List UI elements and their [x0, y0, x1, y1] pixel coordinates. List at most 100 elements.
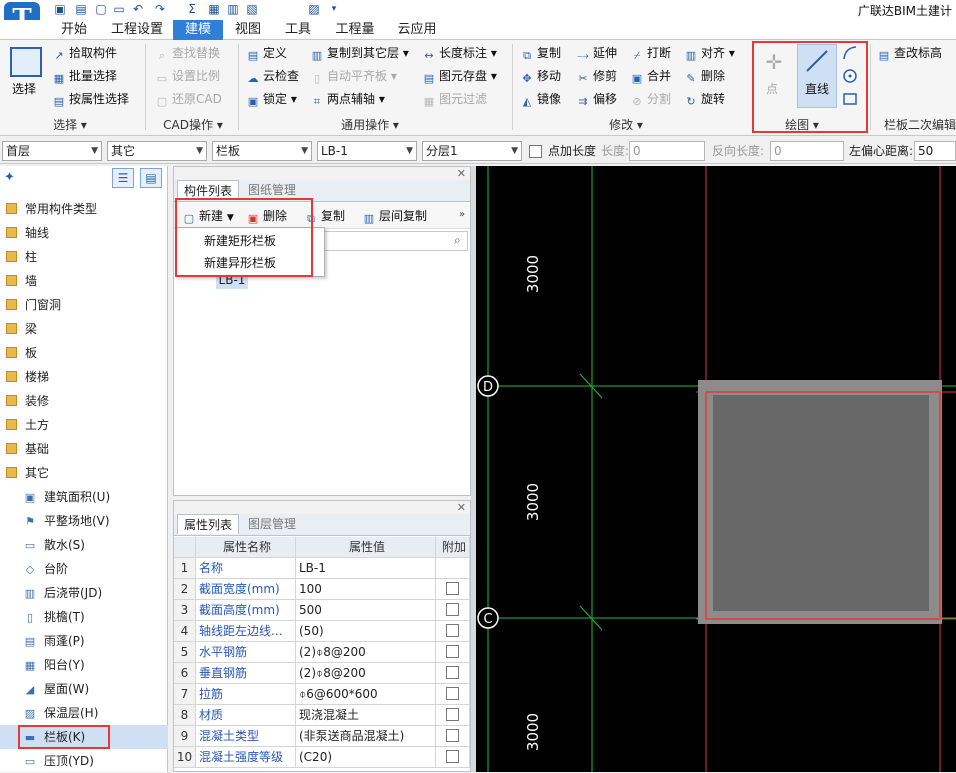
tree-category[interactable]: 轴线: [0, 221, 168, 245]
rectangle-icon[interactable]: [841, 90, 859, 108]
property-value-cell[interactable]: (非泵送商品混凝土): [296, 726, 436, 747]
tab-component-list[interactable]: 构件列表: [177, 180, 240, 200]
add-length-checkbox[interactable]: [529, 145, 542, 158]
tab-view[interactable]: 视图: [229, 20, 267, 40]
tab-property-list[interactable]: 属性列表: [177, 514, 240, 534]
tree-item[interactable]: ▦ 阳台(Y): [0, 653, 168, 677]
merge-button[interactable]: ▣ 合并: [630, 65, 671, 87]
category-select[interactable]: 其它 ▼: [107, 141, 207, 161]
property-value-cell[interactable]: (50): [296, 621, 436, 642]
component-select[interactable]: LB-1 ▼: [317, 141, 417, 161]
attach-checkbox[interactable]: [446, 687, 459, 700]
cad-group-label[interactable]: CAD操作 ▾: [150, 116, 236, 132]
tab-cloud[interactable]: 云应用: [392, 20, 442, 40]
tree-item[interactable]: ▨ 保温层(H): [0, 701, 168, 725]
select-by-property-button[interactable]: ▤ 按属性选择: [52, 88, 129, 110]
tree-item[interactable]: ▥ 后浇带(JD): [0, 581, 168, 605]
expand-all-icon[interactable]: ✦: [4, 170, 15, 185]
drawing-canvas[interactable]: D C 3000 3000 3000: [476, 166, 956, 772]
attach-checkbox[interactable]: [446, 582, 459, 595]
find-replace-button[interactable]: ⌕ 查找替换: [155, 42, 220, 64]
length-dimension-button[interactable]: ↔ 长度标注 ▾: [422, 42, 496, 64]
list-view-icon[interactable]: ☰: [112, 168, 134, 188]
save-icon[interactable]: ▣: [52, 1, 68, 17]
define-button[interactable]: ▤ 定义: [246, 42, 287, 64]
close-icon[interactable]: ✕: [457, 501, 466, 514]
tree-category[interactable]: 土方: [0, 413, 168, 437]
tree-category[interactable]: 楼梯: [0, 365, 168, 389]
tab-start[interactable]: 开始: [52, 20, 96, 40]
split-button[interactable]: ⊘ 分割: [630, 88, 671, 110]
property-value-cell[interactable]: 500: [296, 600, 436, 621]
select-group-label[interactable]: 选择 ▾: [40, 116, 100, 132]
copy-to-other-floor-button[interactable]: ▥ 复制到其它层 ▾: [310, 42, 409, 64]
restore-cad-button[interactable]: ▢ 还原CAD: [155, 88, 222, 110]
break-button[interactable]: ⌿ 打断: [630, 42, 671, 64]
redo-icon[interactable]: ↷: [152, 1, 168, 17]
set-scale-button[interactable]: ▭ 设置比例: [155, 65, 220, 87]
new-file-icon[interactable]: ▢: [93, 1, 109, 17]
arc-icon[interactable]: [841, 44, 859, 62]
image-icon[interactable]: ▨: [306, 1, 322, 17]
sum-icon[interactable]: Σ: [184, 1, 200, 17]
tab-layer-management[interactable]: 图层管理: [242, 514, 302, 534]
tree-item[interactable]: ▭ 压顶(YD): [0, 749, 168, 773]
offset-button[interactable]: ⇉ 偏移: [576, 88, 617, 110]
reverse-length-input[interactable]: 0: [770, 141, 844, 161]
tree-category[interactable]: 常用构件类型: [0, 197, 168, 221]
tree-item[interactable]: ⚑ 平整场地(V): [0, 509, 168, 533]
attach-checkbox[interactable]: [446, 603, 459, 616]
attach-checkbox[interactable]: [446, 645, 459, 658]
tree-item[interactable]: ◢ 屋面(W): [0, 677, 168, 701]
tree-item[interactable]: ▣ 建筑面积(U): [0, 485, 168, 509]
property-value-cell[interactable]: 100: [296, 579, 436, 600]
tree-item[interactable]: ◇ 台阶: [0, 557, 168, 581]
draw-group-label[interactable]: 绘图 ▾: [772, 116, 832, 132]
search-icon[interactable]: ⌕: [454, 233, 461, 248]
align-button[interactable]: ▥ 对齐 ▾: [684, 42, 735, 64]
property-value-cell[interactable]: LB-1: [296, 558, 436, 579]
left-offset-input[interactable]: 50: [914, 141, 956, 161]
element-filter-button[interactable]: ▦ 图元过滤: [422, 88, 487, 110]
tab-modeling[interactable]: 建模: [173, 20, 223, 40]
delete-element-button[interactable]: ✎ 删除: [684, 65, 725, 87]
tab-tools[interactable]: 工具: [280, 20, 316, 40]
close-icon[interactable]: ✕: [457, 167, 466, 180]
cloud-check-button[interactable]: ☁ 云检查: [246, 65, 300, 87]
floor-copy-button[interactable]: ▥ 层间复制: [362, 205, 427, 227]
layer-select[interactable]: 分层1 ▼: [422, 141, 522, 161]
modify-group-label[interactable]: 修改 ▾: [596, 116, 656, 132]
tree-category[interactable]: 梁: [0, 317, 168, 341]
trim-button[interactable]: ✂ 修剪: [576, 65, 617, 87]
tab-drawing-management[interactable]: 图纸管理: [242, 180, 302, 200]
more-icon[interactable]: »: [459, 209, 465, 220]
select-icon[interactable]: [10, 47, 42, 77]
floor-select[interactable]: 首层 ▼: [2, 141, 102, 161]
tree-category[interactable]: 板: [0, 341, 168, 365]
attach-checkbox[interactable]: [446, 708, 459, 721]
undo-icon[interactable]: ↶: [130, 1, 146, 17]
tab-quantities[interactable]: 工程量: [330, 20, 380, 40]
property-value-cell[interactable]: (C20): [296, 747, 436, 768]
open-folder-icon[interactable]: ▭: [111, 1, 127, 17]
mirror-button[interactable]: ◭ 镜像: [520, 88, 561, 110]
tree-category[interactable]: 基础: [0, 437, 168, 461]
property-value-cell[interactable]: ⌽6@600*600: [296, 684, 436, 705]
check-elevation-button[interactable]: ▤ 查改标高: [877, 42, 942, 64]
save-all-icon[interactable]: ▤: [73, 1, 89, 17]
tree-item[interactable]: ▤ 雨蓬(P): [0, 629, 168, 653]
line-button[interactable]: 直线: [805, 80, 829, 97]
tree-item[interactable]: ▯ 挑檐(T): [0, 605, 168, 629]
move-button[interactable]: ✥ 移动: [520, 65, 561, 87]
tree-view-icon[interactable]: ▤: [140, 168, 162, 188]
rotate-button[interactable]: ↻ 旋转: [684, 88, 725, 110]
attach-checkbox[interactable]: [446, 624, 459, 637]
extend-button[interactable]: ⤍ 延伸: [576, 42, 617, 64]
auto-flush-slab-button[interactable]: ▯ 自动平齐板 ▾: [310, 65, 397, 87]
grid-lock-icon[interactable]: ▧: [244, 1, 260, 17]
length-input[interactable]: 0: [629, 141, 705, 161]
copy-button[interactable]: ⧉ 复制: [520, 42, 561, 64]
tree-category[interactable]: 其它: [0, 461, 168, 485]
pick-component-button[interactable]: ↗ 拾取构件: [52, 42, 117, 64]
dropdown-icon[interactable]: ▾: [326, 1, 342, 17]
